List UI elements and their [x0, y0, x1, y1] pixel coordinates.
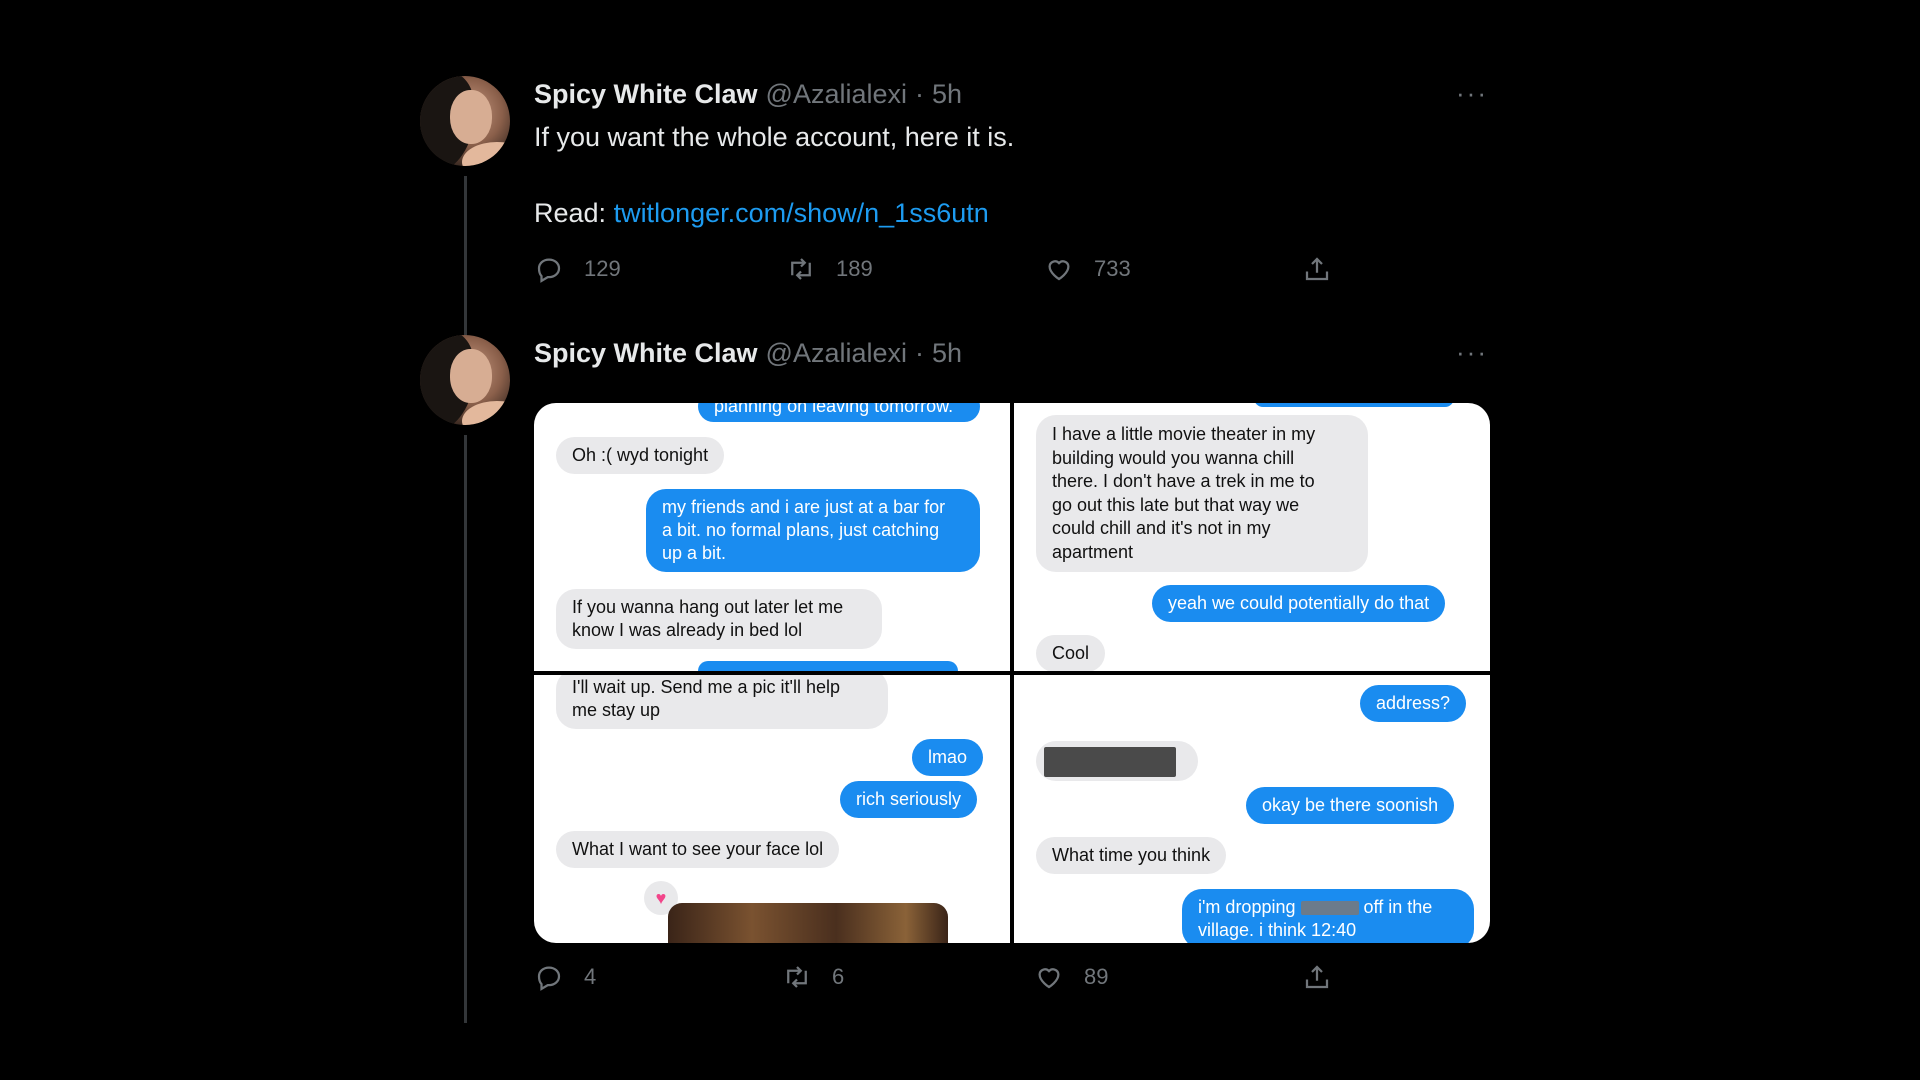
reply-icon — [537, 258, 561, 283]
separator-dot: · — [915, 78, 925, 109]
message-text: I have a little movie theater in my — [1052, 424, 1316, 444]
message-bubble-out: rich seriously — [840, 781, 978, 818]
share-icon — [1305, 965, 1329, 989]
like-count: 733 — [1094, 256, 1131, 281]
message-text: What I want to see your face lol — [572, 839, 824, 859]
message-text: apartment — [1052, 541, 1134, 562]
message-text: planning on leaving tomorrow. — [714, 403, 954, 416]
message-text: off in the — [1363, 897, 1433, 917]
message-text: lmao — [928, 747, 968, 767]
message-text: there. I don't have a trek in me to — [1052, 471, 1315, 491]
display-name[interactable]: Spicy White Claw — [534, 338, 758, 369]
retweet-icon — [791, 258, 811, 280]
tweet-link[interactable]: twitlonger.com/show/n_1ss6utn — [614, 198, 989, 228]
like-button[interactable]: 733 — [1044, 254, 1131, 284]
reply-count: 129 — [584, 256, 621, 281]
message-bubble-out: my friends and i are just at a bar for a… — [646, 489, 980, 572]
message-text: know I was already in bed lol — [572, 620, 803, 640]
message-text: Cool — [1052, 643, 1090, 663]
user-handle[interactable]: @Azalialexi — [766, 79, 907, 110]
media-grid[interactable]: planning on leaving tomorrow. Oh :( wyd … — [534, 403, 1490, 943]
message-bubble-out: yeah we could potentially do that — [1152, 585, 1446, 622]
like-count: 89 — [1084, 964, 1109, 989]
message-bubble-out: lmao — [912, 739, 984, 776]
retweet-count: 6 — [832, 964, 845, 989]
message-text: could chill and it's not in my — [1052, 518, 1271, 538]
message-text: building would you wanna chill — [1052, 447, 1295, 468]
like-icon — [1048, 260, 1070, 281]
avatar[interactable] — [420, 335, 510, 425]
message-text: Oh :( wyd tonight — [572, 445, 709, 465]
message-bubble-in: If you wanna hang out later let me know … — [556, 589, 882, 649]
redacted-text — [1300, 901, 1359, 916]
message-bubble-out: address? — [1360, 685, 1467, 722]
message-text: I'll wait up. Send me a pic it'll help — [572, 677, 841, 697]
message-text: yeah we could potentially do that — [1168, 593, 1430, 613]
user-handle[interactable]: @Azalialexi — [766, 338, 907, 369]
message-text: a bit. no formal plans, just catching — [662, 520, 940, 540]
message-bubble-in — [1036, 741, 1198, 781]
message-bubble-out — [1254, 403, 1454, 407]
message-bubble-in: I have a little movie theater in my buil… — [1036, 415, 1368, 572]
screenshot-image[interactable]: address? okay be there soonish What time… — [1014, 675, 1490, 943]
message-text: up a bit. — [662, 543, 727, 563]
message-text: What time you think — [1052, 845, 1211, 865]
like-icon — [1038, 968, 1060, 989]
tweet-text-line: If you want the whole account, here it i… — [534, 122, 1015, 152]
message-text: go out this late but that way we — [1052, 494, 1300, 515]
reply-icon — [537, 966, 561, 991]
tweet-text: If you want the whole account, here it i… — [534, 118, 1492, 232]
message-bubble-in: What I want to see your face lol — [556, 831, 840, 868]
more-icon[interactable]: ··· — [1456, 78, 1488, 109]
more-icon[interactable]: ··· — [1456, 337, 1488, 368]
retweet-count: 189 — [836, 256, 873, 281]
message-bubble-in: Oh :( wyd tonight — [556, 437, 725, 474]
tweet-header: Spicy White Claw @Azalialexi · 5h — [534, 335, 1492, 371]
like-button[interactable]: 89 — [1034, 962, 1108, 992]
message-text: me stay up — [572, 700, 661, 720]
tweet-actions: 129 189 733 — [534, 254, 1334, 290]
share-button[interactable] — [1302, 962, 1352, 992]
message-bubble-in: What time you think — [1036, 837, 1227, 874]
message-bubble-out: planning on leaving tomorrow. — [698, 403, 980, 422]
message-text: i'm dropping — [1198, 897, 1296, 917]
tweet-actions: 4 6 89 — [534, 962, 1334, 998]
reply-button[interactable]: 129 — [534, 254, 621, 284]
message-bubble-out — [698, 661, 958, 671]
message-bubble-out: i'm dropping off in the village. i think… — [1182, 889, 1474, 943]
message-text: rich seriously — [856, 789, 962, 809]
redacted-text — [1044, 747, 1176, 777]
read-label: Read: — [534, 198, 614, 228]
message-text: address? — [1376, 693, 1451, 713]
reply-count: 4 — [584, 964, 597, 989]
message-text: my friends and i are just at a bar for — [662, 497, 946, 517]
reply-button[interactable]: 4 — [534, 962, 596, 992]
message-bubble-out: okay be there soonish — [1246, 787, 1455, 824]
retweet-button[interactable]: 189 — [786, 254, 873, 284]
retweet-icon — [787, 966, 807, 988]
share-icon — [1305, 257, 1329, 281]
message-text: If you wanna hang out later let me — [572, 597, 844, 617]
display-name[interactable]: Spicy White Claw — [534, 79, 758, 110]
separator-dot: · — [915, 337, 925, 368]
screenshot-image[interactable]: I have a little movie theater in my buil… — [1014, 403, 1490, 671]
timestamp[interactable]: 5h — [932, 338, 962, 369]
thread-line — [464, 435, 467, 1023]
message-bubble-in: I'll wait up. Send me a pic it'll help m… — [556, 675, 888, 729]
timestamp[interactable]: 5h — [932, 79, 962, 110]
tweet-header: Spicy White Claw @Azalialexi · 5h — [534, 76, 1492, 112]
message-text: village. i think 12:40 — [1198, 920, 1357, 940]
message-bubble-in: Cool — [1036, 635, 1106, 671]
share-button[interactable] — [1302, 254, 1352, 284]
message-text: okay be there soonish — [1262, 795, 1439, 815]
avatar[interactable] — [420, 76, 510, 166]
screenshot-image[interactable]: planning on leaving tomorrow. Oh :( wyd … — [534, 403, 1010, 671]
attached-photo — [668, 903, 948, 943]
retweet-button[interactable]: 6 — [782, 962, 844, 992]
screenshot-image[interactable]: I'll wait up. Send me a pic it'll help m… — [534, 675, 1010, 943]
